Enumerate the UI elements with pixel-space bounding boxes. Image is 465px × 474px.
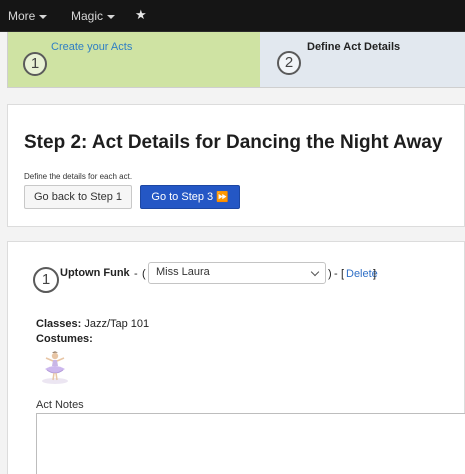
open-bracket: [ [341, 268, 345, 280]
act-notes-textarea[interactable] [36, 413, 465, 474]
delete-separator: - [334, 268, 338, 280]
page-title: Step 2: Act Details for Dancing the Nigh… [24, 132, 443, 153]
nav-more-label: More [8, 9, 36, 23]
step-2-label: Define Act Details [307, 41, 401, 53]
wizard-steps: 1 Create your Acts 2 Define Act Details [7, 32, 465, 88]
go-to-step-3-button[interactable]: Go to Step 3 ⏩ [140, 185, 240, 209]
classes-line: Classes: Jazz/Tap 101 [36, 318, 149, 330]
close-bracket: ] [373, 268, 377, 280]
caret-down-icon [107, 14, 116, 19]
fast-forward-icon: ⏩ [216, 192, 229, 203]
dancer-costume-image [42, 351, 68, 384]
wizard-step-2: 2 Define Act Details [260, 32, 465, 87]
classes-value: Jazz/Tap 101 [84, 318, 150, 330]
close-paren: ) [328, 268, 332, 280]
act-detail-panel: 1 Uptown Funk - ( Miss Laura ) - [ Delet… [7, 241, 465, 474]
classes-label: Classes: [36, 318, 82, 330]
step-number-badge: 2 [277, 51, 301, 75]
act-name: Uptown Funk [60, 267, 130, 279]
nav-magic-label: Magic [71, 9, 104, 23]
step-header-panel: Step 2: Act Details for Dancing the Nigh… [7, 104, 465, 227]
nav-magic-menu[interactable]: Magic [71, 9, 116, 23]
page-description: Define the details for each act. [24, 172, 133, 181]
chevron-down-icon [310, 267, 320, 277]
wizard-step-1[interactable]: 1 Create your Acts [8, 32, 260, 87]
step-number-badge: 1 [23, 52, 47, 76]
top-navbar: More Magic ★ [0, 0, 465, 32]
back-button-label: Go back to Step 1 [33, 191, 123, 203]
back-to-step-1-button[interactable]: Go back to Step 1 [24, 185, 132, 209]
open-paren: ( [142, 268, 146, 280]
act-name-separator: - [134, 268, 138, 280]
next-button-label: Go to Step 3 [151, 191, 214, 203]
act-number-badge: 1 [33, 267, 59, 293]
nav-more-menu[interactable]: More [8, 9, 48, 23]
step-1-label[interactable]: Create your Acts [51, 41, 132, 53]
teacher-select-value: Miss Laura [156, 266, 210, 278]
costumes-label: Costumes: [36, 333, 93, 345]
costume-thumbnail[interactable] [35, 348, 75, 388]
caret-down-icon [39, 14, 48, 19]
star-icon[interactable]: ★ [135, 7, 147, 23]
act-notes-label: Act Notes [36, 399, 84, 411]
teacher-select[interactable]: Miss Laura [148, 262, 326, 284]
